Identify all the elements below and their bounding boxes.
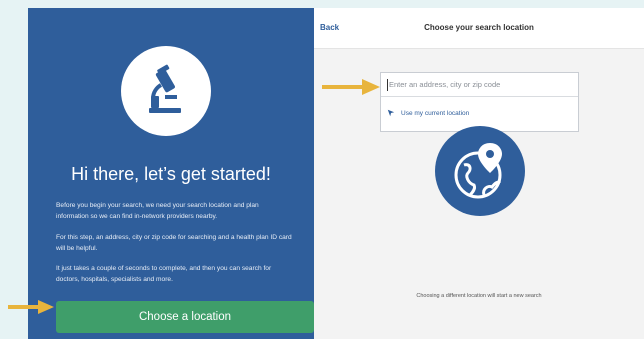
globe-circle [435,126,525,216]
logo-circle [121,46,211,136]
greeting-heading: Hi there, let’s get started! [71,164,271,184]
location-header: Back Choose your search location [314,8,644,49]
globe-pin-icon [454,143,502,199]
welcome-panel: Hi there, let’s get started! Before you … [28,8,314,339]
location-search-dropdown: Use my current location [380,72,579,132]
location-arrow-icon [387,109,395,117]
arrow-to-button-icon [8,300,54,314]
intro-paragraph: Before you begin your search, we need yo… [56,202,259,220]
page-title: Choose your search location [424,23,534,32]
choose-location-button[interactable]: Choose a location [56,301,314,333]
text-cursor [387,79,388,91]
microscope-icon [149,64,181,113]
location-search-input[interactable] [381,73,578,97]
use-current-location-option[interactable]: Use my current location [387,107,469,119]
new-search-note: Choosing a different location will start… [416,293,542,299]
location-panel: Back Choose your search location Use my … [314,8,644,339]
use-current-location-label: Use my current location [401,109,470,117]
arrow-to-search-icon [322,79,380,95]
requirements-paragraph: For this step, an address, city or zip c… [56,234,292,252]
duration-paragraph: It just takes a couple of seconds to com… [56,265,272,283]
